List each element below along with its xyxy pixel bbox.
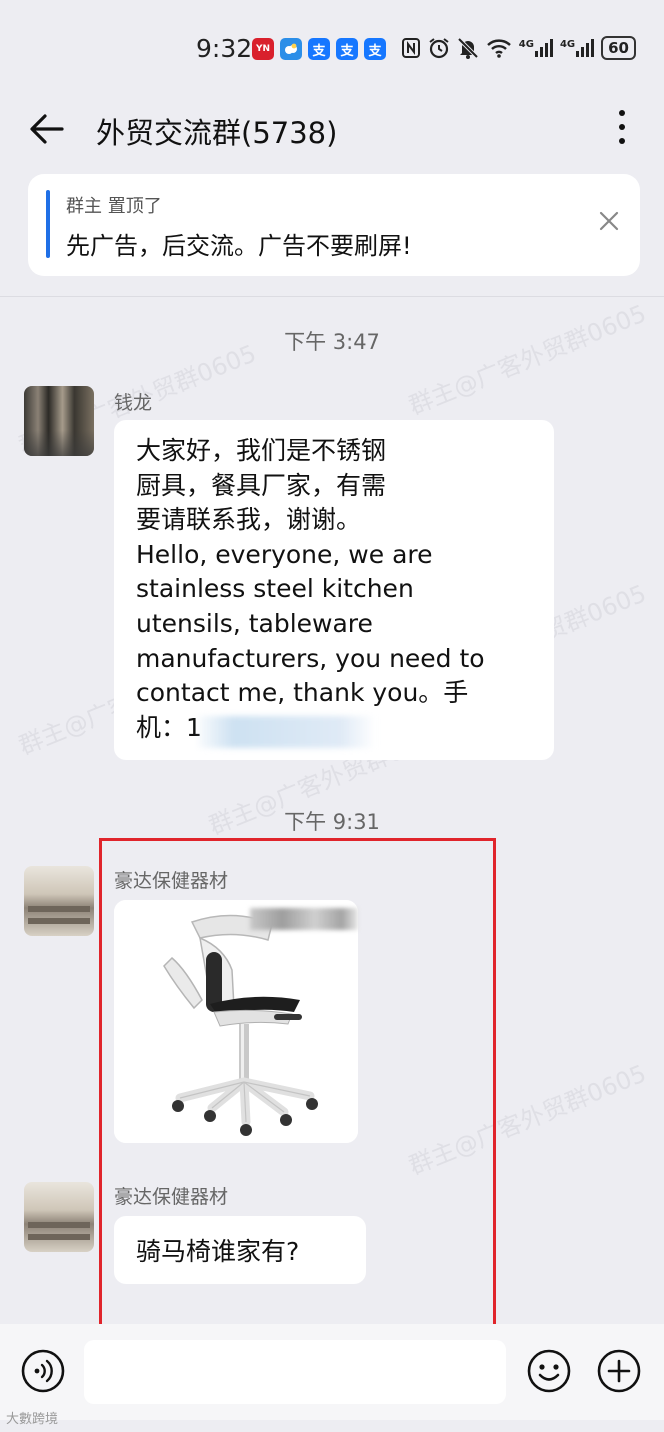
weather-icon — [280, 38, 302, 60]
wifi-icon — [486, 39, 511, 58]
status-time: 9:32 — [196, 34, 253, 63]
alarm-icon — [429, 38, 449, 59]
message-bubble[interactable]: 大家好，我们是不锈钢 厨具，餐具厂家，有需 要请联系我，谢谢。 Hello, e… — [114, 420, 554, 760]
redacted-phone-blur — [198, 716, 376, 748]
group-title: 外贸交流群(5738) — [96, 116, 338, 150]
cellular-signal-1: 4G — [519, 39, 553, 57]
footer-watermark: 大數跨境 — [6, 1412, 59, 1427]
nfc-icon — [401, 38, 420, 58]
mute-bell-icon — [457, 37, 479, 59]
alipay-icon: 支 — [336, 38, 358, 60]
status-bar: 9:32 YN 支 支 支 4G 4G 60 — [0, 0, 664, 96]
message-text: 大家好，我们是不锈钢 厨具，餐具厂家，有需 要请联系我，谢谢。 Hello, e… — [136, 436, 485, 742]
message-input[interactable] — [84, 1340, 506, 1404]
close-icon[interactable] — [598, 210, 620, 232]
sender-name: 钱龙 — [114, 392, 153, 414]
more-options-icon[interactable] — [616, 110, 628, 150]
back-arrow-icon[interactable] — [28, 112, 66, 146]
system-status-icons: 4G 4G 60 — [401, 36, 636, 60]
voice-input-icon[interactable] — [20, 1348, 66, 1394]
alipay-icon: 支 — [308, 38, 330, 60]
chat-header: 外贸交流群(5738) — [0, 96, 664, 166]
pinned-accent-bar — [46, 190, 50, 258]
pinned-message[interactable]: 群主 置顶了 先广告，后交流。广告不要刷屏! — [28, 174, 640, 276]
battery-indicator: 60 — [601, 36, 636, 60]
add-attachment-icon[interactable] — [596, 1348, 642, 1394]
notification-icons: YN 支 支 支 — [252, 38, 386, 60]
alipay-icon: 支 — [364, 38, 386, 60]
avatar[interactable] — [24, 866, 94, 936]
message-timestamp: 下午 3:47 — [284, 330, 380, 354]
emoji-icon[interactable] — [526, 1348, 572, 1394]
message-timestamp: 下午 9:31 — [284, 810, 380, 834]
pinned-meta: 群主 置顶了 — [66, 196, 162, 217]
avatar[interactable] — [24, 1182, 94, 1252]
avatar[interactable] — [24, 386, 94, 456]
header-divider — [0, 296, 664, 297]
watermark-text: 群主@广客外贸群0605 — [404, 299, 651, 421]
input-bar — [0, 1324, 664, 1420]
highlight-box — [99, 838, 496, 1333]
cellular-signal-2: 4G — [560, 39, 595, 57]
pinned-text: 先广告，后交流。广告不要刷屏! — [66, 232, 412, 260]
yn-app-icon: YN — [252, 38, 274, 60]
